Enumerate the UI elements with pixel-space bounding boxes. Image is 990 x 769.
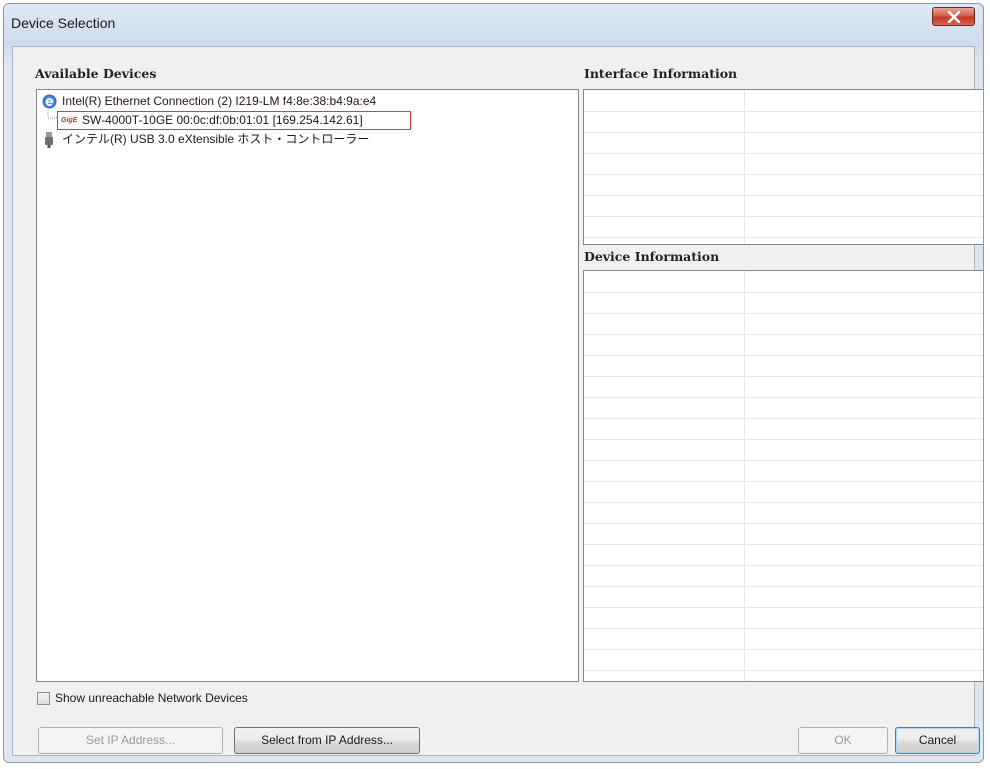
available-devices-tree[interactable]: Intel(R) Ethernet Connection (2) I219-LM… bbox=[36, 89, 579, 682]
grid-row bbox=[584, 439, 983, 461]
grid-row bbox=[584, 271, 983, 293]
window-title: Device Selection bbox=[11, 15, 116, 31]
grid-row bbox=[584, 334, 983, 356]
grid-row bbox=[584, 649, 983, 671]
grid-row bbox=[584, 195, 983, 217]
device-information-label: Device Information bbox=[584, 249, 720, 264]
grid-row bbox=[584, 376, 983, 398]
tree-item-label: Intel(R) Ethernet Connection (2) I219-LM… bbox=[62, 94, 377, 108]
grid-row bbox=[584, 397, 983, 419]
select-from-ip-address-button[interactable]: Select from IP Address... bbox=[234, 727, 420, 754]
set-ip-address-button[interactable]: Set IP Address... bbox=[38, 727, 223, 754]
available-devices-label: Available Devices bbox=[35, 66, 157, 81]
grid-row bbox=[584, 111, 983, 133]
tree-item-label: SW-4000T-10GE 00:0c:df:0b:01:01 [169.254… bbox=[82, 113, 363, 127]
close-button[interactable] bbox=[932, 7, 975, 26]
cancel-button[interactable]: Cancel bbox=[895, 727, 980, 754]
show-unreachable-label[interactable]: Show unreachable Network Devices bbox=[55, 691, 248, 705]
grid-row bbox=[584, 313, 983, 335]
grid-row bbox=[584, 216, 983, 238]
grid-row bbox=[584, 628, 983, 650]
device-information-grid[interactable] bbox=[583, 270, 983, 682]
title-bar[interactable]: Device Selection bbox=[4, 4, 983, 46]
grid-row bbox=[584, 565, 983, 587]
svg-text:GigE: GigE bbox=[61, 117, 78, 124]
device-selection-window: Device Selection Available Devices Intel… bbox=[3, 3, 984, 763]
grid-row bbox=[584, 418, 983, 440]
ok-button[interactable]: OK bbox=[798, 727, 888, 754]
tree-item-gige-camera[interactable]: GigE SW-4000T-10GE 00:0c:df:0b:01:01 [16… bbox=[57, 111, 411, 131]
grid-row bbox=[584, 153, 983, 175]
dialog-body: Available Devices Intel(R) Ethernet Conn… bbox=[12, 46, 983, 756]
interface-information-label: Interface Information bbox=[584, 66, 738, 81]
grid-row bbox=[584, 481, 983, 503]
usb-controller-icon bbox=[42, 132, 56, 153]
grid-row bbox=[584, 544, 983, 566]
grid-row bbox=[584, 502, 983, 524]
grid-row bbox=[584, 460, 983, 482]
grid-row bbox=[584, 174, 983, 196]
grid-row bbox=[584, 523, 983, 545]
show-unreachable-checkbox[interactable] bbox=[37, 692, 50, 705]
tree-item-label: インテル(R) USB 3.0 eXtensible ホスト・コントローラー bbox=[62, 132, 370, 146]
interface-information-grid[interactable] bbox=[583, 89, 983, 245]
grid-row bbox=[584, 355, 983, 377]
grid-row bbox=[584, 292, 983, 314]
grid-row bbox=[584, 607, 983, 629]
grid-row bbox=[584, 90, 983, 112]
gige-camera-icon: GigE bbox=[61, 112, 79, 131]
grid-row bbox=[584, 586, 983, 608]
grid-row bbox=[584, 132, 983, 154]
close-icon bbox=[947, 11, 961, 23]
